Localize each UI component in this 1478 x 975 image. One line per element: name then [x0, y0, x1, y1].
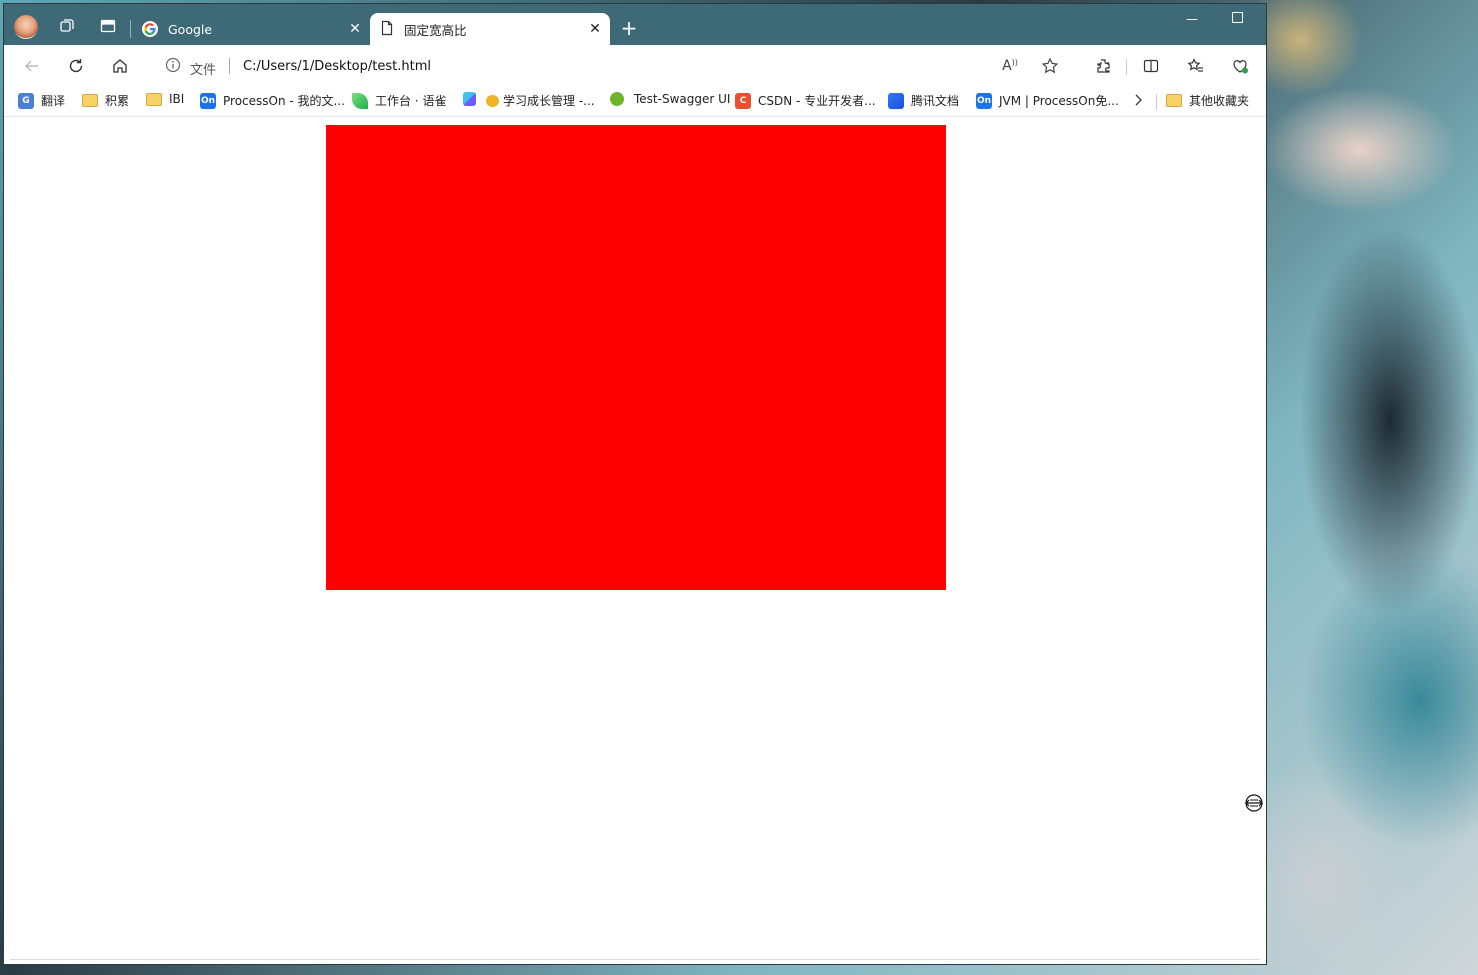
tab-google[interactable]: Google ✕	[134, 13, 370, 45]
page-bottom-edge	[10, 959, 1260, 960]
vertical-tabs-icon[interactable]	[95, 13, 121, 39]
browser-essentials-icon[interactable]	[1229, 55, 1251, 77]
bookmark-label: JVM | ProcessOn免...	[999, 94, 1119, 108]
bookmark-item[interactable]: On ProcessOn - 我的文...	[200, 92, 345, 109]
learning-icon	[486, 94, 499, 107]
profile-avatar[interactable]	[14, 15, 38, 39]
read-aloud-icon[interactable]: A))	[999, 55, 1021, 77]
app-icon	[463, 92, 476, 106]
bookmark-label: 腾讯文档	[911, 94, 960, 108]
bookmarks-bar: G 翻译 积累 IBI On ProcessOn - 我的文... 工作台 · …	[4, 85, 1266, 117]
new-tab-button[interactable]: +	[616, 15, 642, 41]
browser-window: Google ✕ 固定宽高比 ✕ + — 文件 C:/Users/1/Deskt…	[4, 4, 1266, 964]
tab-active[interactable]: 固定宽高比 ✕	[370, 13, 610, 45]
title-bar: Google ✕ 固定宽高比 ✕ + —	[4, 4, 1266, 45]
tab-label: 固定宽高比	[404, 22, 467, 38]
address-bar-url[interactable]: C:/Users/1/Desktop/test.html	[243, 59, 431, 74]
folder-icon	[1166, 94, 1182, 107]
bookmark-item[interactable]: 腾讯文档	[888, 92, 959, 109]
bookmark-item[interactable]: Test-Swagger UI	[610, 92, 730, 106]
favorites-icon[interactable]	[1185, 55, 1207, 77]
collections-icon[interactable]	[54, 13, 80, 39]
other-bookmarks-folder[interactable]: 其他收藏夹	[1166, 92, 1249, 109]
bookmark-item[interactable]: C CSDN - 专业开发者...	[735, 92, 876, 109]
bookmark-label: 积累	[105, 94, 130, 108]
tab-divider	[130, 20, 131, 38]
bookmark-label: ProcessOn - 我的文...	[223, 94, 345, 108]
resize-cursor-icon	[1243, 792, 1265, 814]
tab-label: Google	[168, 21, 213, 37]
bookmark-label: 工作台 · 语雀	[375, 94, 447, 108]
page-icon	[380, 20, 394, 39]
tencent-docs-icon	[888, 92, 904, 109]
swagger-icon	[610, 92, 624, 106]
address-divider	[229, 58, 230, 74]
extensions-icon[interactable]	[1092, 55, 1114, 77]
split-screen-icon[interactable]	[1140, 55, 1162, 77]
bookmark-label: 翻译	[41, 94, 66, 108]
close-icon[interactable]: ✕	[584, 21, 606, 37]
home-icon[interactable]	[109, 55, 131, 77]
address-file-label: 文件	[190, 63, 217, 78]
folder-icon	[146, 92, 162, 106]
close-icon[interactable]: ✕	[344, 21, 366, 37]
translate-icon: G	[18, 92, 34, 109]
page-content	[4, 117, 1266, 964]
bookmark-label: 学习成长管理 -...	[503, 94, 595, 108]
bookmark-label: IBI	[169, 92, 185, 106]
minimize-button[interactable]: —	[1186, 12, 1198, 26]
read-aloud-wave: ))	[1011, 57, 1018, 67]
bookmark-label: Test-Swagger UI	[634, 92, 731, 106]
processon-icon: On	[200, 92, 216, 109]
bookmark-folder[interactable]: 积累	[82, 92, 129, 109]
back-arrow-icon[interactable]	[21, 55, 43, 77]
bookmark-item[interactable]: 学习成长管理 -...	[486, 92, 595, 109]
fixed-aspect-box	[326, 125, 946, 590]
bookmark-folder[interactable]: IBI	[146, 92, 184, 106]
bookmark-item[interactable]: G 翻译	[18, 92, 65, 109]
read-aloud-glyph: A	[1002, 58, 1012, 74]
google-icon	[142, 21, 158, 37]
toolbar: 文件 C:/Users/1/Desktop/test.html A))	[4, 45, 1266, 85]
csdn-icon: C	[735, 92, 751, 109]
toolbar-divider	[1126, 59, 1127, 75]
bookmark-item[interactable]: On JVM | ProcessOn免...	[976, 92, 1119, 109]
folder-icon	[82, 94, 98, 107]
bookmarks-divider	[1156, 94, 1157, 110]
info-icon[interactable]	[165, 57, 181, 77]
bookmark-item[interactable]	[463, 92, 483, 106]
favorite-star-icon[interactable]	[1039, 55, 1061, 77]
chevron-right-icon[interactable]	[1132, 93, 1144, 107]
maximize-button[interactable]	[1232, 12, 1243, 23]
bookmark-label: 其他收藏夹	[1189, 94, 1250, 108]
refresh-icon[interactable]	[65, 55, 87, 77]
bookmark-item[interactable]: 工作台 · 语雀	[352, 92, 446, 109]
bookmark-label: CSDN - 专业开发者...	[758, 94, 876, 108]
yuque-icon	[352, 92, 368, 109]
processon-icon: On	[976, 92, 992, 109]
